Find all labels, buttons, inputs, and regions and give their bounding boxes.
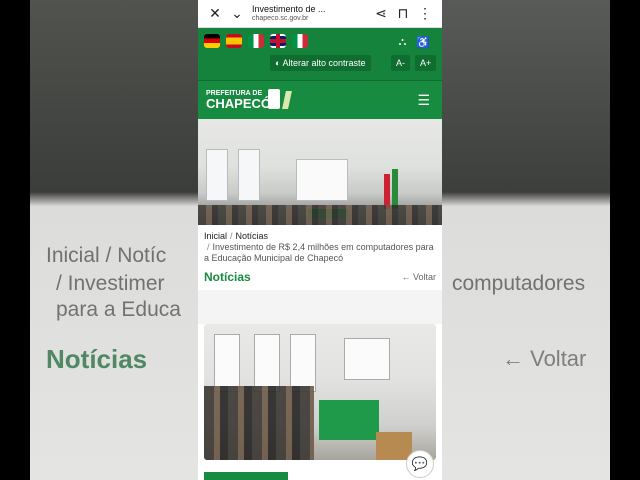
breadcrumb-home[interactable]: Inicial [204, 231, 227, 241]
accessibility-bar: ⛬ ♿ ◐ Alterar alto contraste A- A+ [198, 28, 442, 80]
photo-audience [204, 386, 314, 460]
font-increase-button[interactable]: A+ [415, 55, 437, 71]
logo-big-text: CHAPECÓ [206, 96, 272, 111]
bg-breadcrumb-text-2: / Investimer [56, 272, 165, 295]
flag-spain[interactable] [226, 34, 242, 48]
flag-italy[interactable] [248, 34, 264, 48]
flag-uk[interactable] [270, 34, 286, 48]
phone-screen: ✕ ⌄ Investimento de ... chapeco.sc.gov.b… [198, 0, 442, 480]
accessibility-icons: ⛬ ♿ [399, 36, 430, 49]
photo-boxes [376, 432, 412, 460]
chevron-down-icon[interactable]: ⌄ [226, 5, 248, 22]
breadcrumb-current: Investimento de R$ 2,4 milhões em comput… [204, 242, 434, 263]
contrast-label: Alterar alto contraste [282, 58, 366, 68]
browser-toolbar: ✕ ⌄ Investimento de ... chapeco.sc.gov.b… [198, 0, 442, 28]
hero-window [238, 149, 260, 201]
breadcrumb: Inicial / Notícias / Investimento de R$ 2,4… [204, 231, 434, 263]
share-icon[interactable]: ⋖ [370, 5, 392, 22]
hero-image [198, 119, 442, 225]
sitemap-icon[interactable]: ⛬ [399, 36, 407, 49]
photo-whiteboard [344, 338, 390, 380]
download-button[interactable] [204, 472, 288, 480]
breadcrumb-section[interactable]: Notícias [236, 231, 269, 241]
letterbox-right [610, 0, 640, 480]
article-photo[interactable] [204, 324, 436, 460]
section-header: Notícias ← Voltar [198, 264, 442, 290]
spacer [198, 290, 442, 324]
bg-section-title: Notícias [46, 344, 148, 374]
site-logo[interactable]: PREFEITURA DE CHAPECÓ [206, 89, 272, 111]
page-url: chapeco.sc.gov.br [252, 14, 309, 22]
more-icon[interactable]: ⋮ [414, 5, 436, 22]
letterbox-left [0, 0, 30, 480]
emblem-leaf-icon [282, 91, 292, 109]
font-decrease-button[interactable]: A- [391, 55, 410, 71]
wheelchair-icon[interactable]: ♿ [416, 36, 430, 49]
site-header: PREFEITURA DE CHAPECÓ ☰ [198, 80, 442, 119]
photo-table [319, 400, 379, 440]
language-flags [204, 34, 308, 48]
contrast-button[interactable]: ◐ Alterar alto contraste [270, 55, 371, 71]
coat-of-arms-icon [268, 89, 280, 109]
close-icon[interactable]: ✕ [204, 5, 226, 22]
menu-icon[interactable]: ☰ [417, 92, 430, 109]
hero-window [206, 149, 228, 201]
flag-italy-2[interactable] [292, 34, 308, 48]
bg-breadcrumb-text-3: para a Educa [56, 298, 181, 321]
address-bar[interactable]: Investimento de ... chapeco.sc.gov.br [252, 4, 370, 24]
hero-flag [384, 174, 390, 209]
page-title: Investimento de ... [252, 3, 326, 14]
photo-window [290, 334, 316, 392]
photo-window [214, 334, 240, 392]
bg-breadcrumb-text: Inicial / Notíc [46, 244, 167, 267]
photo-window [254, 334, 280, 392]
hero-audience [198, 205, 442, 225]
bookmark-icon[interactable]: ⊓ [392, 5, 414, 22]
chat-icon[interactable]: 💬 [406, 450, 434, 478]
back-button[interactable]: ← Voltar [401, 272, 436, 282]
hero-whiteboard [296, 159, 348, 201]
flag-germany[interactable] [204, 34, 220, 48]
bg-right-text: computadores [452, 272, 586, 295]
bg-voltar: ← Voltar [502, 346, 587, 371]
hero-flag [392, 169, 398, 209]
section-title: Notícias [204, 270, 251, 284]
